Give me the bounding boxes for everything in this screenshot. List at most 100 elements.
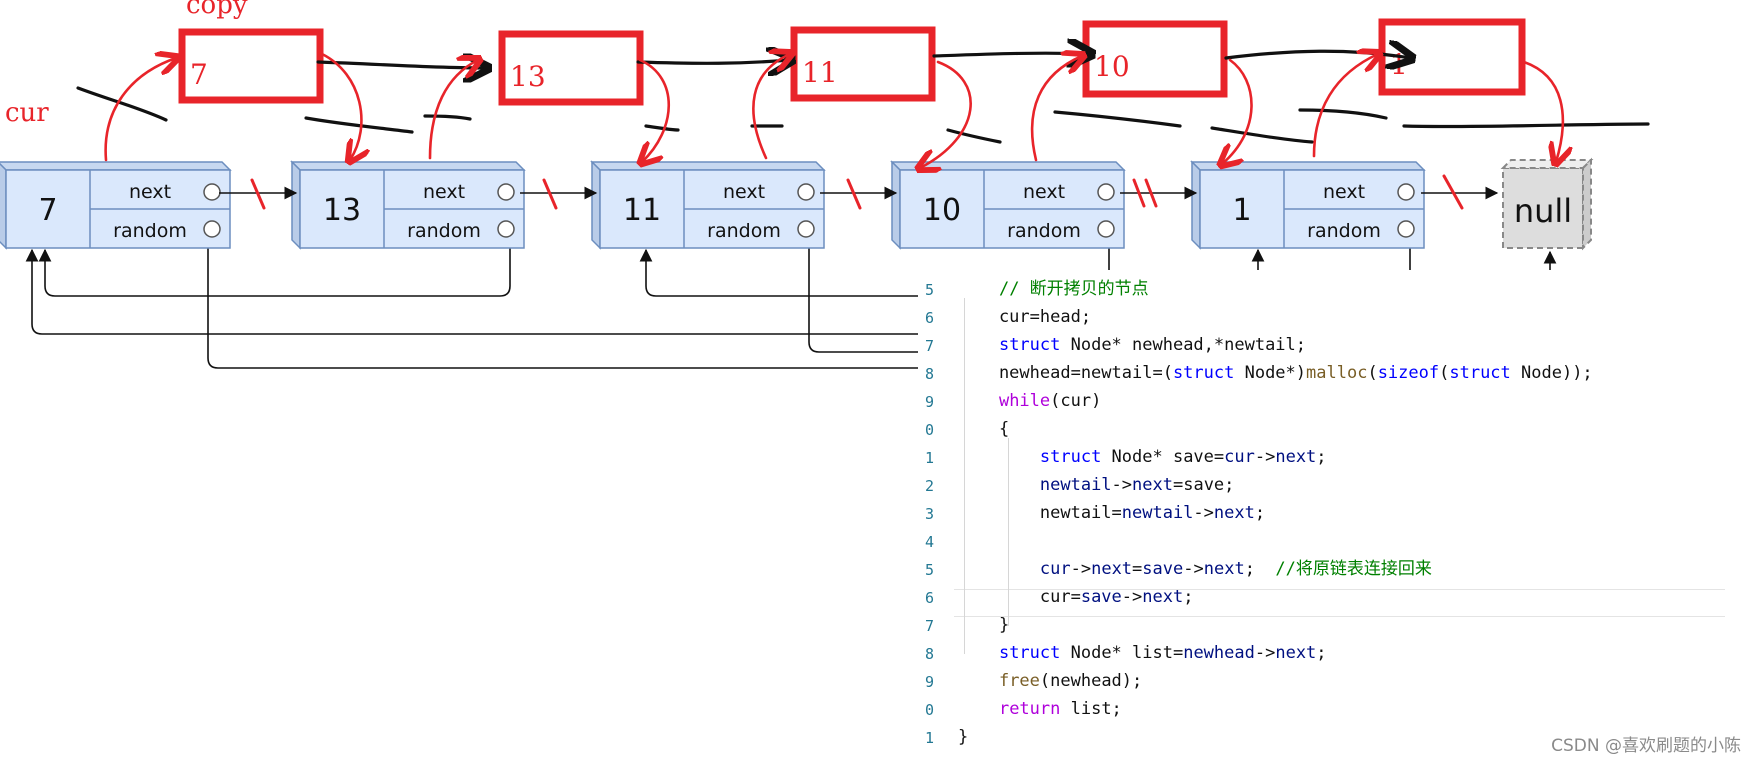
next-field-label: next — [723, 181, 765, 203]
code-token: newhead=newtail=( — [958, 363, 1173, 383]
code-token: ; — [1316, 643, 1327, 663]
code-token: (cur) — [1050, 391, 1102, 411]
line-number: 8 — [924, 365, 934, 383]
code-line: free(newhead); — [958, 670, 1142, 692]
random-pointer-dot — [497, 220, 515, 238]
code-token: return — [998, 699, 1061, 719]
copy-node-2: 13 — [498, 30, 644, 106]
line-number: 1 — [924, 449, 934, 467]
next-field-label: next — [129, 181, 171, 203]
random-field-label: random — [407, 220, 481, 242]
code-body: // 断开拷贝的节点 cur=head; struct Node* newhea… — [958, 270, 1755, 766]
node-value: 1 — [1232, 193, 1251, 228]
code-line: struct Node* list=newhead->next; — [958, 642, 1327, 664]
code-token: -> — [1254, 447, 1276, 467]
code-line: while(cur) — [958, 390, 1101, 412]
node-value: 13 — [323, 193, 361, 228]
copy-value: 11 — [802, 56, 838, 89]
line-number: 7 — [924, 617, 934, 635]
node-value: 10 — [923, 193, 961, 228]
code-line: return list; — [958, 698, 1122, 720]
list-node-5: 1 next random — [1190, 160, 1426, 250]
random-pointer-dot — [203, 220, 221, 238]
code-line: { — [958, 418, 1009, 440]
code-token: = — [1132, 559, 1143, 579]
line-number: 5 — [924, 561, 934, 579]
code-line: struct Node* newhead,*newtail; — [958, 334, 1306, 356]
code-token: cur=head; — [958, 307, 1092, 327]
code-token: ; — [1254, 503, 1266, 523]
random-pointer-dot — [797, 220, 815, 238]
code-line: } — [958, 726, 968, 748]
line-number: 0 — [924, 421, 934, 439]
code-token: Node* newhead,*newtail; — [1060, 335, 1307, 355]
copy-annotation: copy — [186, 0, 248, 20]
next-field-label: next — [1023, 181, 1065, 203]
line-number: 7 — [924, 337, 934, 355]
code-line: struct Node* save=cur->next; — [958, 446, 1327, 468]
code-token: -> — [1121, 587, 1143, 607]
code-line: cur=head; — [958, 306, 1091, 328]
line-number: 5 — [924, 281, 934, 299]
random-field-label: random — [1307, 220, 1381, 242]
code-token: cur — [1039, 559, 1071, 579]
code-token: } — [958, 727, 969, 747]
code-token: (newhead); — [1039, 671, 1143, 691]
code-token: struct — [1449, 363, 1511, 383]
copy-next-arrows — [316, 51, 1410, 68]
code-token: sizeof — [1377, 363, 1440, 383]
code-token: //将原链表连接回来 — [1275, 559, 1432, 579]
list-node-1: 7 next random — [0, 161, 232, 250]
code-token: newtail= — [958, 503, 1122, 523]
code-token: =save; — [1172, 475, 1235, 495]
null-label: null — [1514, 192, 1572, 230]
code-token: Node*) — [1234, 363, 1307, 383]
code-token: struct — [1172, 363, 1235, 383]
cur-annotation: cur — [5, 98, 49, 128]
copy-value: 7 — [190, 58, 208, 91]
code-line: newhead=newtail=(struct Node*)malloc(siz… — [958, 362, 1593, 384]
copy-value: 13 — [510, 60, 546, 93]
code-token: newtail — [1121, 503, 1194, 523]
code-token: newhead — [1183, 643, 1255, 663]
code-token: next — [1091, 559, 1133, 579]
code-token: struct — [998, 335, 1061, 355]
line-number: 8 — [924, 645, 934, 663]
code-token: -> — [1254, 643, 1276, 663]
code-token: newtail — [1039, 475, 1112, 495]
code-token: ; — [1316, 447, 1327, 467]
list-node-3: 11 next random — [590, 160, 826, 250]
code-token: save — [1142, 559, 1184, 579]
line-number: 6 — [924, 589, 934, 607]
line-number: 2 — [924, 477, 934, 495]
next-pointer-dot — [797, 183, 815, 201]
code-token: // 断开拷贝的节点 — [998, 279, 1149, 299]
random-field-label: random — [113, 220, 187, 242]
code-token: Node)); — [1510, 363, 1593, 383]
copy-node-3: 11 — [790, 26, 936, 102]
random-pointer-dot — [1397, 220, 1415, 238]
copy-node-1: 7 — [178, 28, 324, 104]
code-token: cur — [1224, 447, 1255, 467]
random-pointer-dot — [1097, 220, 1115, 238]
code-line: newtail=newtail->next; — [958, 502, 1265, 524]
code-line: cur=save->next; — [958, 586, 1194, 608]
code-line: // 断开拷贝的节点 — [958, 278, 1149, 300]
null-node: null — [1500, 157, 1594, 251]
code-editor: 5 6 7 8 9 0 1 2 3 4 5 6 7 8 9 0 1 // 断开拷贝的节点 cur=head; s… — [918, 270, 1755, 766]
watermark: CSDN @喜欢刷题的小陈 — [1551, 736, 1741, 756]
line-number-gutter: 5 6 7 8 9 0 1 2 3 4 5 6 7 8 9 0 1 — [918, 270, 954, 766]
code-token: next — [1142, 587, 1184, 607]
code-token: Node* save= — [1101, 447, 1225, 467]
line-number: 4 — [924, 533, 934, 551]
next-field-label: next — [1323, 181, 1365, 203]
node-value: 7 — [38, 193, 57, 228]
line-number: 6 — [924, 309, 934, 327]
code-token: } — [958, 615, 1010, 635]
code-token: cur= — [958, 587, 1081, 607]
original-nodes: 7 next random 13 next random 11 next random 10 nex… — [0, 160, 1426, 250]
